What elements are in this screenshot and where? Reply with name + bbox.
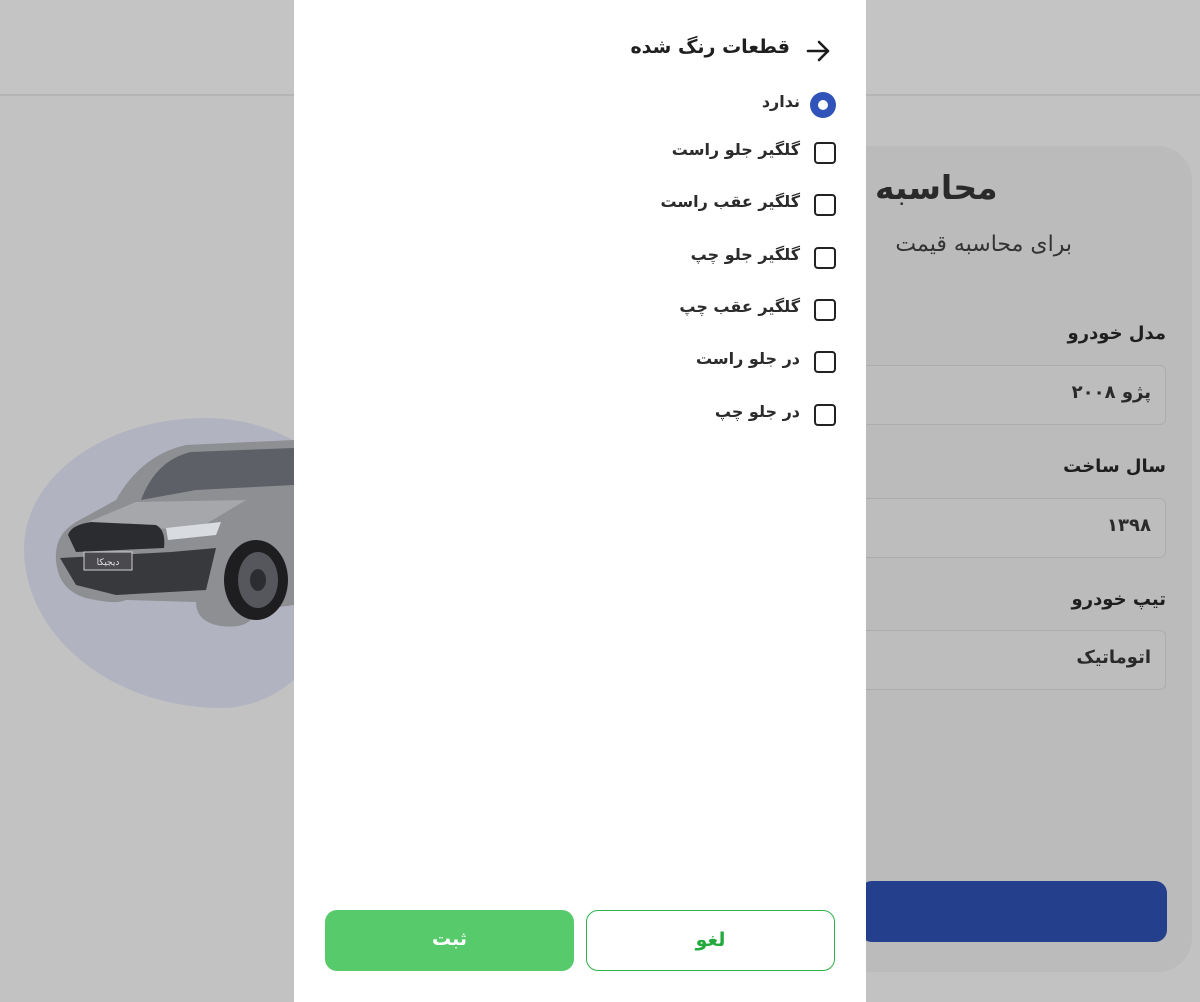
radio-selected-icon[interactable] [810, 92, 836, 118]
option-label: در جلو راست [695, 349, 800, 368]
car-model-value: پژو ۲۰۰۸ [1071, 382, 1151, 403]
cancel-button[interactable]: لغو [586, 910, 835, 971]
car-model-field[interactable]: پژو ۲۰۰۸ [860, 365, 1166, 425]
calculator-subtitle: برای محاسبه قیمت [895, 232, 1072, 257]
option-none[interactable]: ندارد [536, 90, 836, 120]
checkbox[interactable] [814, 404, 836, 426]
back-arrow-icon[interactable] [806, 39, 832, 63]
option-rear-left-fender[interactable]: گلگیر عقب چپ [536, 295, 836, 325]
checkbox[interactable] [814, 247, 836, 269]
car-image: دیجیکا [55, 440, 295, 627]
option-front-right-fender[interactable]: گلگیر جلو راست [536, 138, 836, 168]
option-label: گلگیر عقب چپ [679, 297, 800, 316]
checkbox[interactable] [814, 351, 836, 373]
option-front-left-fender[interactable]: گلگیر جلو چپ [536, 243, 836, 273]
option-label: گلگیر جلو چپ [690, 245, 800, 264]
checkbox[interactable] [814, 194, 836, 216]
checkbox[interactable] [814, 299, 836, 321]
option-label: در جلو چپ [714, 402, 800, 421]
option-front-right-door[interactable]: در جلو راست [536, 347, 836, 377]
option-rear-right-fender[interactable]: گلگیر عقب راست [536, 190, 836, 220]
calculate-button[interactable] [860, 881, 1167, 942]
car-plate-text: دیجیکا [97, 558, 120, 568]
car-trim-value: اتوماتیک [1076, 647, 1151, 668]
car-trim-label: تیپ خودرو [1071, 589, 1166, 610]
checkbox[interactable] [814, 142, 836, 164]
modal-title: قطعات رنگ شده [630, 36, 790, 58]
car-model-label: مدل خودرو [1067, 323, 1166, 344]
option-label: ندارد [761, 92, 800, 111]
submit-button[interactable]: ثبت [325, 910, 574, 971]
car-trim-field[interactable]: اتوماتیک [860, 630, 1166, 690]
build-year-field[interactable]: ۱۳۹۸ [860, 498, 1166, 558]
option-label: گلگیر جلو راست [671, 140, 800, 159]
build-year-value: ۱۳۹۸ [1107, 515, 1151, 536]
build-year-label: سال ساخت [1063, 456, 1166, 477]
option-front-left-door[interactable]: در جلو چپ [536, 400, 836, 430]
option-label: گلگیر عقب راست [660, 192, 800, 211]
painted-parts-modal: قطعات رنگ شده ندارد گلگیر جلو راست گلگیر… [294, 0, 866, 1002]
calculator-title: محاسبه [875, 168, 998, 207]
